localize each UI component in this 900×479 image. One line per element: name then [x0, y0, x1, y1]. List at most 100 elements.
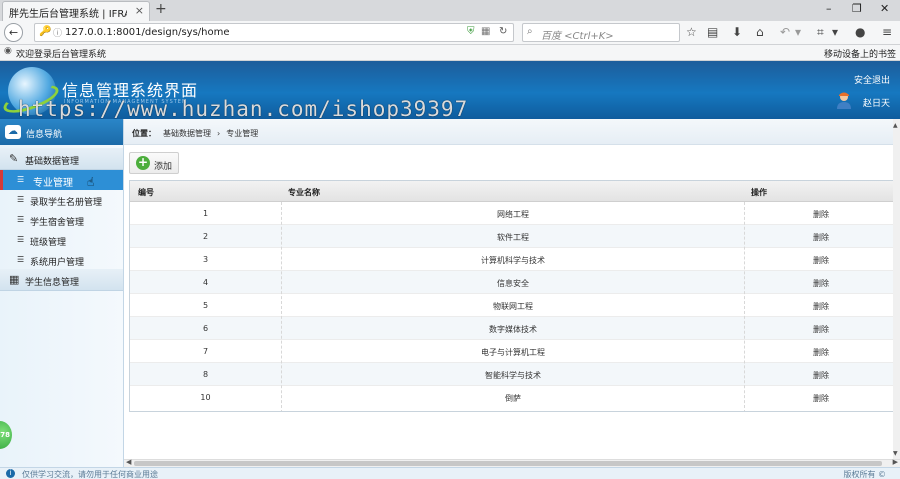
cell-no: 7	[202, 347, 209, 356]
undo-icon[interactable]: ↶	[780, 25, 790, 39]
sidebar-item-label: 系统用户管理	[30, 258, 85, 268]
user-name: 赵日天	[862, 99, 890, 109]
cell-name: 软件工程	[497, 233, 529, 242]
app-header: 信息管理系统界面 INFORMATION MANAGEMENT SYSTEM 安…	[0, 61, 900, 119]
sidebar-item-class[interactable]: ☰ 班级管理	[0, 230, 123, 250]
calendar-icon: ▦	[9, 273, 20, 286]
url-bar[interactable]: 🔑 ⓘ 127.0.0.1:8001/design/sys/home ⛨ ▦ ↻	[34, 23, 514, 42]
delete-link[interactable]: 删除	[745, 347, 895, 358]
table-row: 1 网络工程 删除	[130, 202, 895, 225]
cell-name: 计算机科学与技术	[481, 256, 545, 265]
scroll-left-icon[interactable]: ◀	[126, 458, 131, 466]
mobile-bookmarks[interactable]: 移动设备上的书签	[824, 47, 896, 60]
chevron-down-icon[interactable]: ▾	[832, 25, 838, 39]
menu-icon[interactable]: ≡	[882, 25, 892, 39]
breadcrumb-item-major: 专业管理	[226, 129, 259, 138]
qrcode-icon[interactable]: ▦	[481, 26, 490, 37]
delete-link[interactable]: 删除	[745, 209, 895, 220]
cell-name: 网络工程	[497, 210, 529, 219]
sidebar-item-label: 学生宿舍管理	[30, 218, 85, 228]
restore-button[interactable]: ❐	[852, 2, 862, 15]
delete-link[interactable]: 删除	[745, 370, 895, 381]
cell-name: 物联网工程	[493, 302, 533, 311]
cell-name: 信息安全	[497, 279, 529, 288]
reader-icon[interactable]: ▤	[707, 25, 718, 39]
cell-no: 4	[202, 278, 209, 287]
list-icon: ☰	[17, 215, 25, 224]
chat-icon[interactable]: ●	[855, 25, 865, 39]
delete-link[interactable]: 删除	[745, 278, 895, 289]
scroll-right-icon[interactable]: ▶	[893, 458, 898, 466]
search-icon: ⌕	[527, 26, 533, 37]
column-header-no: 编号	[138, 188, 154, 197]
minimize-button[interactable]: –	[826, 2, 832, 15]
delete-link[interactable]: 删除	[745, 324, 895, 335]
horizontal-scroll-thumb[interactable]	[134, 461, 882, 466]
delete-link[interactable]: 删除	[745, 255, 895, 266]
scroll-down-icon[interactable]: ▼	[893, 450, 898, 457]
refresh-icon[interactable]: ↻	[499, 26, 507, 37]
floating-badge[interactable]: 78	[0, 421, 12, 449]
table-row: 6 数字媒体技术 删除	[130, 317, 895, 340]
browser-tab[interactable]: 胖先生后台管理系统 | IFRAM... ×	[2, 1, 150, 21]
major-table: 编号 专业名称 操作 1 网络工程 删除 2 软件工程 删除 3 计算机科学与技…	[129, 180, 896, 412]
footer-notice: 仅供学习交流，请勿用于任何商业用途	[22, 470, 158, 479]
home-icon[interactable]: ⌂	[756, 25, 764, 39]
horizontal-scrollbar[interactable]: ◀ ▶	[124, 458, 900, 467]
app-subtitle: INFORMATION MANAGEMENT SYSTEM	[64, 99, 188, 105]
vertical-scrollbar[interactable]: ▲ ▼	[893, 119, 900, 459]
star-icon[interactable]: ☆	[686, 25, 697, 39]
tab-close-icon[interactable]: ×	[135, 4, 144, 17]
add-button-label: 添加	[154, 162, 173, 172]
sidebar-group-label: 基础数据管理	[25, 157, 80, 167]
breadcrumb-separator: ›	[217, 129, 221, 138]
download-icon[interactable]: ⬇	[732, 25, 742, 39]
sidebar-header-label: 信息导航	[26, 130, 63, 140]
column-divider	[744, 202, 745, 411]
breadcrumb-item-basic-data[interactable]: 基础数据管理	[163, 129, 211, 138]
cell-no: 2	[202, 232, 209, 241]
browser-tab-bar: 胖先生后台管理系统 | IFRAM... × + – ❐ ✕	[0, 0, 900, 21]
cell-no: 1	[202, 209, 209, 218]
sidebar-group-basic-data[interactable]: ✎ 基础数据管理	[0, 148, 123, 170]
column-header-action: 操作	[751, 188, 767, 197]
sidebar-item-system-users[interactable]: ☰ 系统用户管理	[0, 250, 123, 270]
info-icon[interactable]: ⓘ	[53, 26, 62, 39]
mouse-cursor-icon: ☝	[87, 175, 95, 189]
sidebar: ☁ 信息导航 ✎ 基础数据管理 ☰ 专业管理 ☝ ☰ 录取学生名册管理 ☰ 学生…	[0, 119, 124, 467]
search-box[interactable]: ⌕ 百度 <Ctrl+K>	[522, 23, 680, 42]
delete-link[interactable]: 删除	[745, 301, 895, 312]
cell-no: 8	[202, 370, 209, 379]
sidebar-item-enrollment-roster[interactable]: ☰ 录取学生名册管理	[0, 190, 123, 210]
sidebar-item-label: 录取学生名册管理	[30, 198, 103, 208]
new-tab-button[interactable]: +	[155, 1, 167, 17]
close-window-button[interactable]: ✕	[880, 2, 889, 15]
bookmark-item-welcome[interactable]: 欢迎登录后台管理系统	[16, 47, 106, 60]
table-row: 4 信息安全 删除	[130, 271, 895, 294]
cell-no: 10	[200, 393, 211, 402]
delete-link[interactable]: 删除	[745, 232, 895, 243]
back-button[interactable]: ←	[4, 23, 23, 42]
crop-icon[interactable]: ⌗	[817, 25, 824, 40]
main-content: 位置： 基础数据管理 › 专业管理 + 添加 编号 专业名称 操作 1 网络工程 删…	[124, 119, 900, 459]
sidebar-item-dormitory[interactable]: ☰ 学生宿舍管理	[0, 210, 123, 230]
add-button[interactable]: + 添加	[129, 152, 179, 174]
breadcrumb: 位置： 基础数据管理 › 专业管理	[124, 119, 900, 145]
scroll-up-icon[interactable]: ▲	[893, 122, 898, 129]
column-divider	[281, 202, 282, 411]
sidebar-header: ☁ 信息导航	[0, 119, 123, 145]
chevron-down-icon[interactable]: ▾	[795, 25, 801, 39]
cell-name: 智能科学与技术	[485, 371, 541, 380]
sidebar-item-label: 专业管理	[33, 178, 73, 189]
table-row: 2 软件工程 删除	[130, 225, 895, 248]
sidebar-item-major-management[interactable]: ☰ 专业管理	[0, 170, 123, 190]
list-icon: ☰	[17, 175, 25, 184]
cell-name: 电子与计算机工程	[481, 348, 545, 357]
sidebar-group-label: 学生信息管理	[25, 278, 80, 288]
sidebar-group-student-info[interactable]: ▦ 学生信息管理	[0, 269, 123, 291]
logout-link[interactable]: 安全退出	[854, 73, 890, 86]
search-placeholder: 百度 <Ctrl+K>	[541, 31, 614, 42]
shield-icon[interactable]: ⛨	[467, 26, 475, 37]
delete-link[interactable]: 删除	[745, 393, 895, 404]
table-row: 3 计算机科学与技术 删除	[130, 248, 895, 271]
